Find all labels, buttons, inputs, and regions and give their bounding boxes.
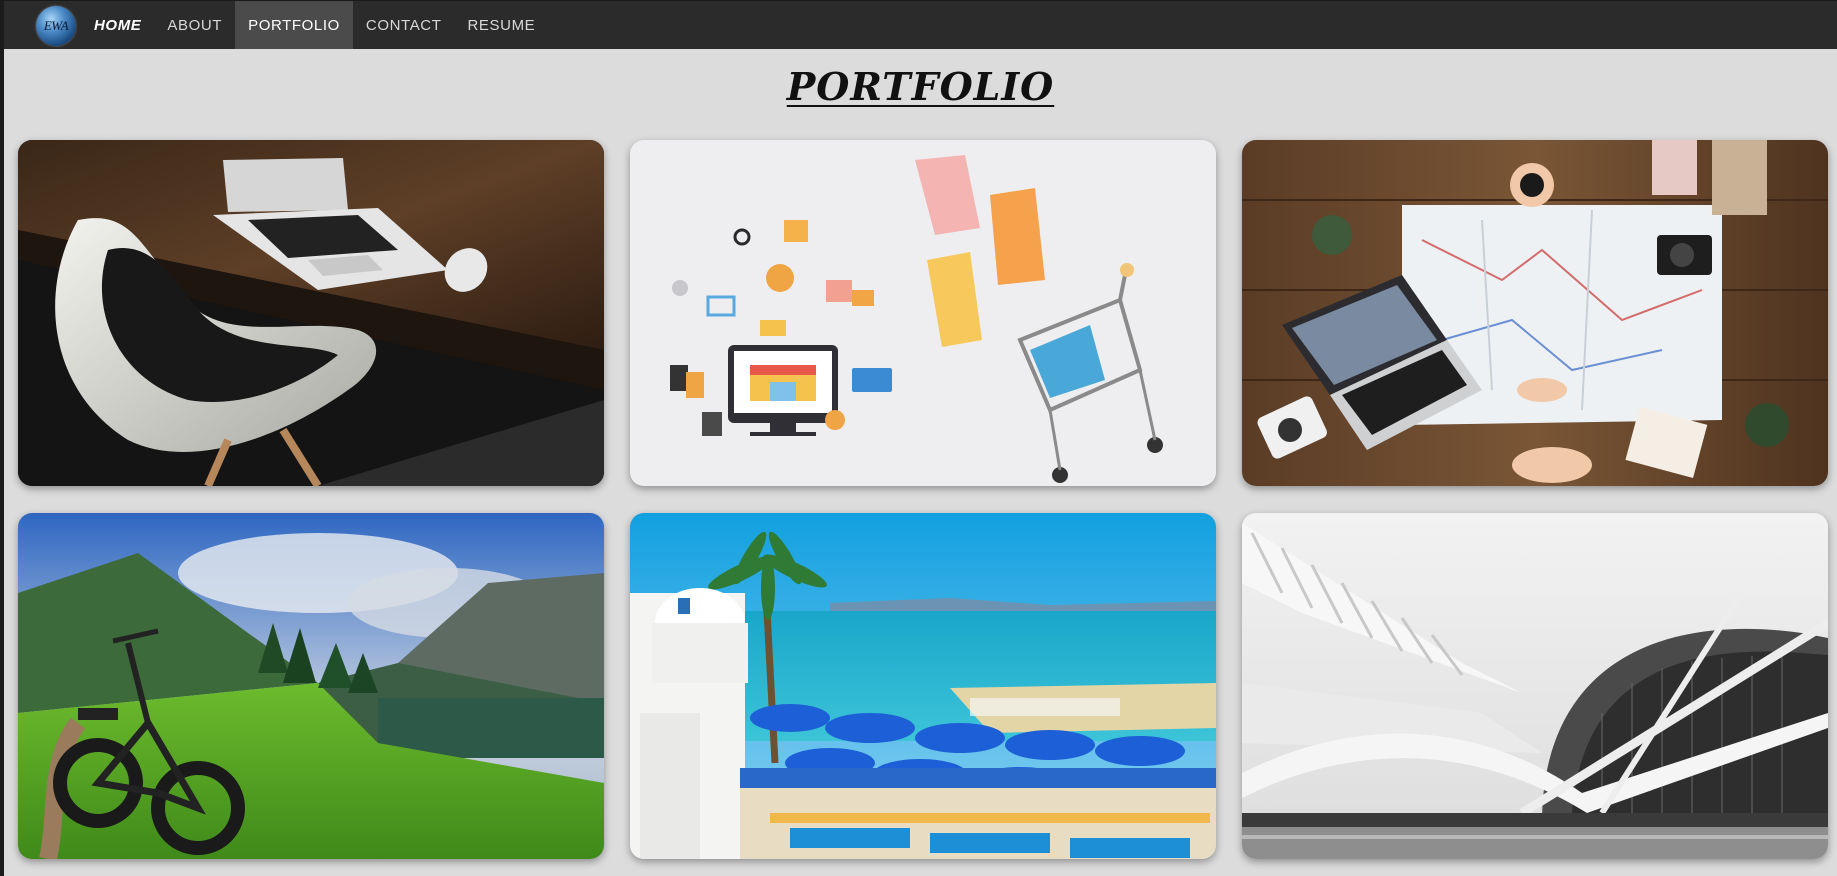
ecommerce-shopping-image	[630, 140, 1216, 486]
portfolio-card-ebike[interactable]	[18, 513, 604, 859]
mountain-ebike-landscape-image	[18, 513, 604, 859]
nav-about-link[interactable]: ABOUT	[154, 1, 235, 49]
nav-resume-link[interactable]: RESUME	[455, 1, 549, 49]
nav-contact-link[interactable]: CONTACT	[353, 1, 455, 49]
portfolio-card-travel[interactable]	[1242, 140, 1828, 486]
nav-home-link[interactable]: HOME	[81, 1, 154, 49]
page-title: PORTFOLIO	[786, 64, 1055, 109]
travel-map-laptop-image	[1242, 140, 1828, 486]
nav-links: HOME ABOUT PORTFOLIO CONTACT RESUME	[81, 1, 548, 49]
page: EWA HOME ABOUT PORTFOLIO CONTACT RESUME …	[4, 0, 1837, 876]
workspace-laptop-chair-image	[18, 140, 604, 486]
top-navbar: EWA HOME ABOUT PORTFOLIO CONTACT RESUME	[4, 0, 1837, 49]
modern-architecture-image	[1242, 513, 1828, 859]
site-logo[interactable]: EWA	[36, 6, 76, 46]
portfolio-card-workspace[interactable]	[18, 140, 604, 486]
portfolio-card-seaside[interactable]	[630, 513, 1216, 859]
portfolio-card-architecture[interactable]	[1242, 513, 1828, 859]
nav-portfolio-link[interactable]: PORTFOLIO	[235, 1, 353, 49]
seaside-village-image	[630, 513, 1216, 859]
portfolio-card-ecommerce[interactable]	[630, 140, 1216, 486]
